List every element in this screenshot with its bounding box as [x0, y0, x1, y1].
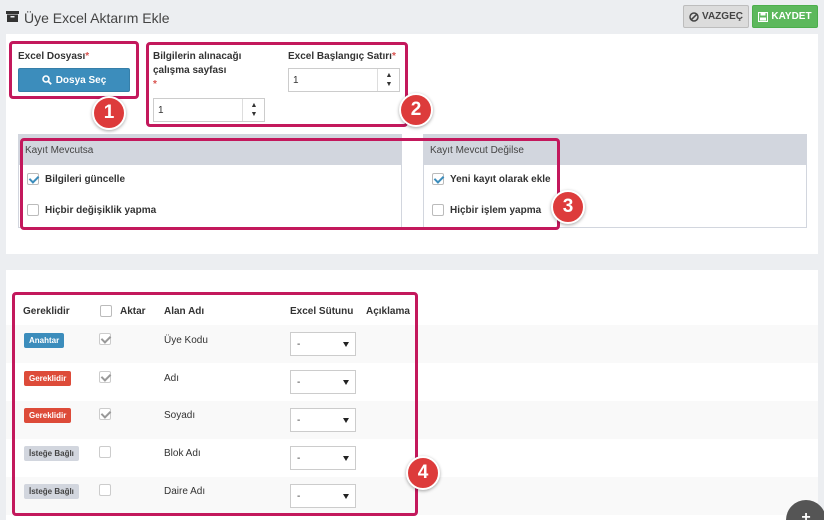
- callout-badge-3: 3: [551, 190, 585, 224]
- archive-icon: [6, 11, 19, 22]
- highlight-box-4: [12, 292, 418, 516]
- top-bar: Üye Excel Aktarım Ekle VAZGEÇ KAYDET: [0, 0, 824, 34]
- callout-badge-1: 1: [92, 96, 126, 130]
- callout-badge-2: 2: [399, 93, 433, 127]
- highlight-box-3: [20, 138, 560, 230]
- cancel-button[interactable]: VAZGEÇ: [683, 5, 749, 28]
- save-button-label: KAYDET: [771, 11, 812, 22]
- save-button[interactable]: KAYDET: [752, 5, 818, 28]
- highlight-box-1: [9, 41, 139, 99]
- page-title: Üye Excel Aktarım Ekle: [24, 10, 170, 26]
- callout-badge-4: 4: [406, 456, 440, 490]
- floppy-disk-icon: [758, 11, 769, 22]
- plus-icon: +: [801, 509, 811, 520]
- highlight-box-2: [146, 42, 408, 127]
- cancel-button-label: VAZGEÇ: [702, 11, 743, 22]
- ban-icon: [689, 11, 699, 22]
